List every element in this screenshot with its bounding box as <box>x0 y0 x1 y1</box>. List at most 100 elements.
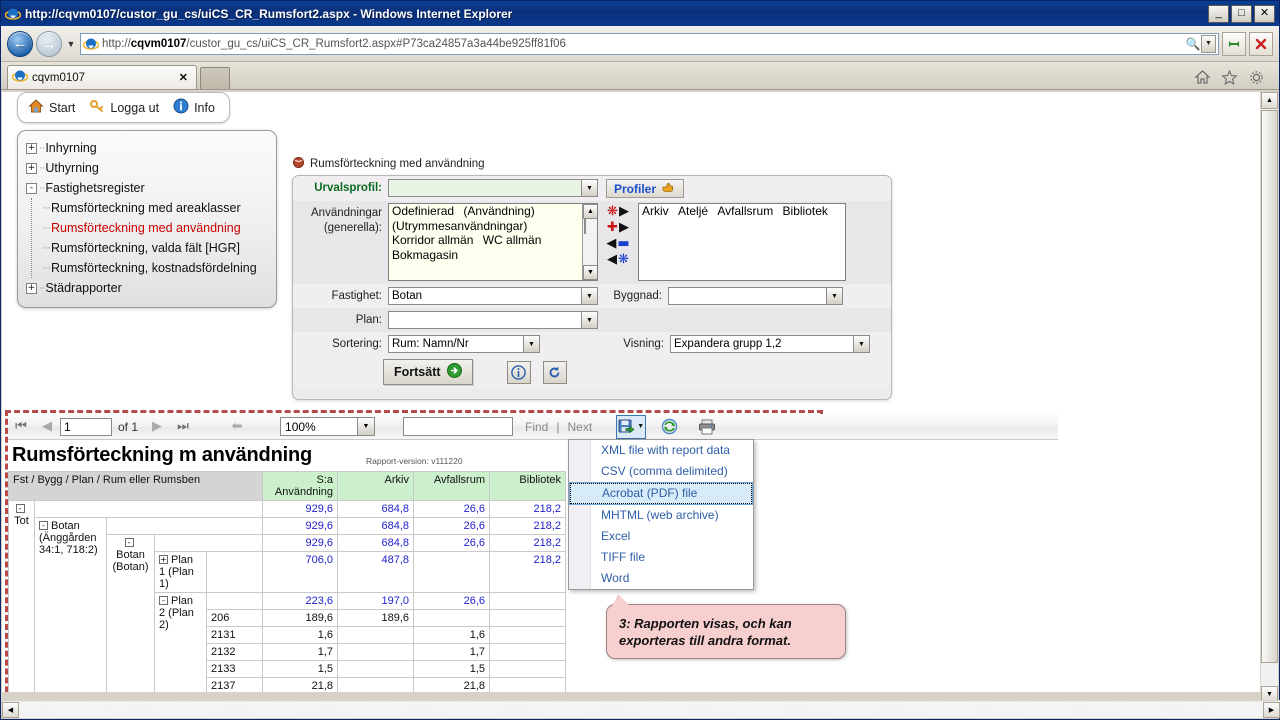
remove-selected-button[interactable]: ◀ ▬ <box>606 237 629 250</box>
chevron-down-icon[interactable]: ▼ <box>853 336 869 352</box>
next-page-icon[interactable]: ▶ <box>144 419 170 434</box>
list-item[interactable]: Odefinierad <box>389 204 457 218</box>
list-item[interactable]: Avfallsrum <box>714 204 776 218</box>
menu-item-word[interactable]: Word <box>569 568 753 589</box>
minimize-button[interactable]: _ <box>1208 4 1229 23</box>
scroll-up-icon[interactable]: ▲ <box>1261 92 1278 109</box>
tab-close-icon[interactable]: ✕ <box>175 71 192 84</box>
horizontal-scrollbar-track[interactable] <box>19 701 1263 718</box>
menu-item-excel[interactable]: Excel <box>569 526 753 547</box>
menu-item-tiff[interactable]: TIFF file <box>569 547 753 568</box>
zoom-select[interactable]: 100% ▼ <box>280 417 376 436</box>
expander-icon[interactable]: + <box>159 555 168 564</box>
page-vertical-scrollbar[interactable]: ▲ ▼ <box>1260 92 1278 703</box>
selected-usages-listbox[interactable]: Arkiv Ateljé Avfallsrum Bibliotek <box>638 203 846 281</box>
scroll-right-icon[interactable]: ▶ <box>1263 701 1280 718</box>
list-item[interactable]: Arkiv <box>639 204 672 218</box>
tree-item-rumsforteckning-valda-falt[interactable]: ··· Rumsförteckning, valda fält [HGR] <box>42 238 268 258</box>
star-icon[interactable] <box>1221 69 1238 89</box>
urvalsprofil-input[interactable] <box>389 180 581 196</box>
tree-node-inhyrning[interactable]: + ·· Inhyrning <box>26 138 268 158</box>
menu-item-csv[interactable]: CSV (comma delimited) <box>569 461 753 482</box>
forward-button[interactable]: → <box>36 30 62 57</box>
fastighet-group-cell[interactable]: - Botan (Änggården 34:1, 718:2) <box>34 517 107 692</box>
list-item[interactable]: Korridor allmän <box>389 233 476 247</box>
expander-icon[interactable]: - <box>26 182 37 194</box>
new-tab-button[interactable] <box>200 67 230 89</box>
list-item[interactable]: Bibliotek <box>780 204 831 218</box>
tree-node-uthyrning[interactable]: + ·· Uthyrning <box>26 158 268 178</box>
reset-button[interactable] <box>542 360 567 384</box>
home-icon[interactable] <box>1194 69 1211 89</box>
expander-icon[interactable]: - <box>15 504 25 513</box>
chevron-down-icon[interactable]: ▼ <box>581 312 597 328</box>
list-item[interactable]: (Utrymmesanvändningar) <box>389 219 530 233</box>
sortering-select[interactable]: ▼ <box>388 335 540 353</box>
gear-icon[interactable] <box>1248 69 1265 89</box>
close-button[interactable]: ✕ <box>1254 4 1275 23</box>
stop-button[interactable] <box>1249 31 1273 56</box>
byggnad-group-cell[interactable]: - Botan (Botan) <box>106 534 155 692</box>
list-item[interactable]: (Användning) <box>460 204 537 218</box>
browser-tab[interactable]: cqvm0107 ✕ <box>7 65 197 89</box>
page-horizontal-scrollbar[interactable]: ◀ ▶ <box>2 700 1280 718</box>
plan-input[interactable] <box>389 312 581 328</box>
chevron-down-icon[interactable]: ▼ <box>581 288 597 304</box>
refresh-icon[interactable] <box>654 415 684 439</box>
nav-info[interactable]: Info <box>173 98 215 117</box>
scroll-up-icon[interactable]: ▲ <box>583 204 597 219</box>
chevron-down-icon[interactable]: ▼ <box>826 288 842 304</box>
tree-node-stadrapporter[interactable]: + ·· Städrapporter <box>26 278 268 298</box>
previous-page-icon[interactable]: ◀ <box>34 419 60 434</box>
profiler-button[interactable]: Profiler <box>606 179 685 198</box>
add-all-button[interactable]: ❋ ▶ <box>607 205 629 218</box>
info-button[interactable] <box>506 360 531 384</box>
visning-input[interactable] <box>671 336 853 352</box>
back-to-parent-icon[interactable]: ⬅ <box>224 419 250 434</box>
chevron-down-icon[interactable]: ▼ <box>581 180 597 196</box>
expander-icon[interactable]: + <box>26 282 37 294</box>
fastighet-input[interactable] <box>389 288 581 304</box>
menu-item-mhtml[interactable]: MHTML (web archive) <box>569 505 753 526</box>
search-icon[interactable]: 🔍 <box>1185 37 1201 51</box>
chevron-down-icon[interactable]: ▼ <box>357 418 375 435</box>
list-item[interactable]: Bokmagasin <box>389 248 461 262</box>
first-page-icon[interactable]: ⏮ <box>8 419 34 434</box>
tree-item-rumsforteckning-kostnadsfordelning[interactable]: ··· Rumsförteckning, kostnadsfördelning <box>42 258 268 278</box>
list-item[interactable]: Ateljé <box>675 204 711 218</box>
address-text[interactable]: http://cqvm0107/custor_gu_cs/uiCS_CR_Rum… <box>102 38 1185 50</box>
next-link[interactable]: Next <box>563 420 596 434</box>
find-link[interactable]: Find <box>521 420 552 434</box>
history-dropdown-icon[interactable]: ▼ <box>65 39 77 49</box>
byggnad-input[interactable] <box>669 288 826 304</box>
expander-icon[interactable]: + <box>26 142 37 154</box>
expander-icon[interactable]: - <box>124 538 134 547</box>
nav-logout[interactable]: Logga ut <box>89 98 159 117</box>
scroll-down-icon[interactable]: ▼ <box>583 265 597 280</box>
tree-item-rumsforteckning-anvandning[interactable]: ··· Rumsförteckning med användning <box>42 218 268 238</box>
fastighet-select[interactable]: ▼ <box>388 287 598 305</box>
urvalsprofil-select[interactable]: ▼ <box>388 179 598 197</box>
sortering-input[interactable] <box>389 336 523 352</box>
nav-start[interactable]: Start <box>28 98 75 117</box>
fortsatt-button[interactable]: Fortsätt <box>383 359 473 385</box>
byggnad-select[interactable]: ▼ <box>668 287 843 305</box>
plan-select[interactable]: ▼ <box>388 311 598 329</box>
print-icon[interactable] <box>692 415 722 439</box>
tree-item-rumsforteckning-areaklasser[interactable]: ··· Rumsförteckning med areaklasser <box>42 198 268 218</box>
plan1-group-cell[interactable]: + Plan 1 (Plan 1) <box>154 551 207 593</box>
refresh-button[interactable] <box>1222 31 1246 56</box>
back-button[interactable]: ← <box>7 30 33 57</box>
listbox-scrollbar[interactable]: ▲ ▼ <box>582 204 597 280</box>
expander-icon[interactable]: - <box>159 596 168 605</box>
vertical-scrollbar-thumb[interactable] <box>1261 110 1278 663</box>
plan2-group-cell[interactable]: - Plan 2 (Plan 2) <box>154 592 207 692</box>
page-number-input[interactable] <box>60 417 112 436</box>
scrollbar-thumb[interactable] <box>584 218 586 234</box>
address-dropdown-icon[interactable]: ▼ <box>1201 34 1216 53</box>
last-page-icon[interactable]: ⏭ <box>170 419 196 434</box>
export-disk-icon[interactable]: ▼ <box>616 414 647 439</box>
visning-select[interactable]: ▼ <box>670 335 870 353</box>
add-selected-button[interactable]: ✚ ▶ <box>607 221 629 234</box>
remove-all-button[interactable]: ◀ ❋ <box>607 253 629 266</box>
